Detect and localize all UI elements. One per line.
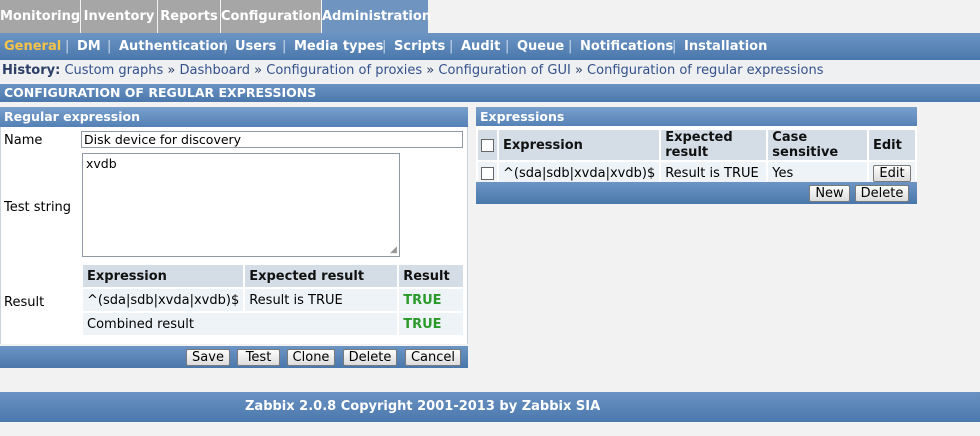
name-label: Name bbox=[4, 133, 43, 148]
submenu-separator: | bbox=[449, 39, 454, 54]
submenu-scripts[interactable]: Scripts bbox=[394, 33, 445, 60]
delete-expressions-button[interactable]: Delete bbox=[855, 185, 909, 202]
submenu-authentication[interactable]: Authentication bbox=[119, 33, 228, 60]
new-button[interactable]: New bbox=[809, 185, 850, 202]
clone-button[interactable]: Clone bbox=[287, 349, 335, 366]
history-arrow: » bbox=[254, 63, 263, 78]
tab-monitoring[interactable]: Monitoring bbox=[0, 0, 80, 33]
cell-edit: Edit bbox=[869, 162, 915, 184]
select-all-header bbox=[478, 130, 497, 160]
submenu-separator: | bbox=[282, 39, 287, 54]
regex-button-bar bbox=[0, 346, 468, 368]
submenu-dm[interactable]: DM bbox=[77, 33, 101, 60]
column-header-result: Result bbox=[399, 265, 463, 287]
table-header-row: Expression Expected result Case sensitiv… bbox=[478, 130, 915, 160]
cell-expression: ^(sda|sdb|xvda|xvdb)$ bbox=[83, 289, 244, 311]
history-link-custom-graphs[interactable]: Custom graphs bbox=[64, 63, 163, 78]
save-button[interactable]: Save bbox=[186, 349, 230, 366]
cell-result: TRUE bbox=[399, 289, 463, 311]
result-label: Result bbox=[4, 295, 45, 310]
expressions-panel-title: Expressions bbox=[476, 107, 917, 127]
history-arrow: » bbox=[574, 63, 583, 78]
row-checkbox[interactable] bbox=[481, 166, 494, 180]
submenu-queue[interactable]: Queue bbox=[517, 33, 564, 60]
tab-reports[interactable]: Reports bbox=[158, 0, 220, 33]
edit-button[interactable]: Edit bbox=[873, 164, 911, 182]
submenu-notifications[interactable]: Notifications bbox=[580, 33, 673, 60]
test-string-field[interactable]: xvdb bbox=[82, 153, 400, 257]
tab-inventory[interactable]: Inventory bbox=[81, 0, 157, 33]
expressions-table: Expression Expected result Case sensitiv… bbox=[476, 128, 917, 186]
cell-expected-result: Result is TRUE bbox=[245, 289, 398, 311]
column-header-expected-result: Expected result bbox=[245, 265, 398, 287]
submenu-installation[interactable]: Installation bbox=[684, 33, 767, 60]
submenu-separator: | bbox=[223, 39, 228, 54]
column-header-expression: Expression bbox=[499, 130, 660, 160]
column-header-edit: Edit bbox=[869, 130, 915, 160]
table-row: ^(sda|sdb|xvda|xvdb)$ Result is TRUE Yes… bbox=[478, 162, 915, 184]
tab-administration[interactable]: Administration bbox=[322, 0, 431, 33]
test-result-table: Expression Expected result Result ^(sda|… bbox=[81, 263, 465, 337]
submenu-separator: | bbox=[107, 39, 112, 54]
history-link-dashboard[interactable]: Dashboard bbox=[179, 63, 250, 78]
resize-grip-icon[interactable]: ◢ bbox=[390, 246, 399, 255]
history-arrow: » bbox=[167, 63, 176, 78]
history-link-gui[interactable]: Configuration of GUI bbox=[438, 63, 570, 78]
history-link-regular-expressions[interactable]: Configuration of regular expressions bbox=[587, 63, 823, 78]
row-select-cell bbox=[478, 162, 497, 184]
history-link-proxies[interactable]: Configuration of proxies bbox=[266, 63, 422, 78]
history-breadcrumb: History: Custom graphs » Dashboard » Con… bbox=[0, 60, 980, 82]
expressions-button-bar bbox=[476, 182, 917, 204]
column-header-expected-result: Expected result bbox=[661, 130, 767, 160]
cancel-button[interactable]: Cancel bbox=[405, 349, 461, 366]
submenu-separator: | bbox=[65, 39, 70, 54]
test-button[interactable]: Test bbox=[237, 349, 280, 366]
test-string-label: Test string bbox=[4, 200, 72, 215]
combined-result-row: Combined result TRUE bbox=[83, 313, 463, 335]
sub-menu: General | DM | Authentication | Users | … bbox=[0, 33, 980, 60]
column-header-expression: Expression bbox=[83, 265, 244, 287]
page-title: CONFIGURATION OF REGULAR EXPRESSIONS bbox=[0, 84, 980, 102]
copyright-text: Zabbix 2.0.8 Copyright 2001-2013 by Zabb… bbox=[245, 399, 601, 414]
top-menu: Monitoring Inventory Reports Configurati… bbox=[0, 0, 980, 33]
history-label: History: bbox=[2, 63, 61, 78]
tab-configuration[interactable]: Configuration bbox=[221, 0, 321, 33]
delete-button[interactable]: Delete bbox=[343, 349, 397, 366]
submenu-audit[interactable]: Audit bbox=[461, 33, 500, 60]
table-header-row: Expression Expected result Result bbox=[83, 265, 463, 287]
submenu-separator: | bbox=[672, 39, 677, 54]
regex-panel-title: Regular expression bbox=[0, 107, 468, 127]
name-field[interactable] bbox=[81, 131, 463, 148]
combined-result-label: Combined result bbox=[83, 313, 398, 335]
submenu-separator: | bbox=[382, 39, 387, 54]
cell-expected-result: Result is TRUE bbox=[661, 162, 767, 184]
history-arrow: » bbox=[426, 63, 435, 78]
cell-expression: ^(sda|sdb|xvda|xvdb)$ bbox=[499, 162, 660, 184]
submenu-general[interactable]: General bbox=[4, 33, 61, 60]
cell-case-sensitive: Yes bbox=[768, 162, 867, 184]
combined-result-value: TRUE bbox=[399, 313, 463, 335]
submenu-separator: | bbox=[568, 39, 573, 54]
select-all-checkbox[interactable] bbox=[481, 138, 494, 152]
submenu-separator: | bbox=[505, 39, 510, 54]
table-row: ^(sda|sdb|xvda|xvdb)$ Result is TRUE TRU… bbox=[83, 289, 463, 311]
submenu-media-types[interactable]: Media types bbox=[294, 33, 383, 60]
submenu-users[interactable]: Users bbox=[235, 33, 276, 60]
footer: Zabbix 2.0.8 Copyright 2001-2013 by Zabb… bbox=[0, 392, 980, 422]
column-header-case-sensitive: Case sensitive bbox=[768, 130, 867, 160]
